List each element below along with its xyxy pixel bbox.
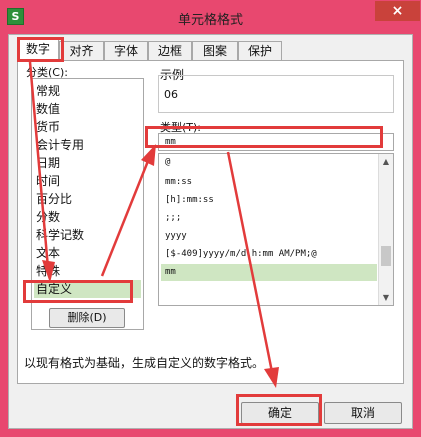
format-item[interactable]: @	[161, 154, 377, 171]
format-list-scrollbar[interactable]: ▲ ▼	[378, 154, 393, 305]
category-item-time[interactable]: 时间	[34, 172, 141, 190]
close-button[interactable]: ×	[375, 1, 420, 21]
category-item-number[interactable]: 数值	[34, 100, 141, 118]
format-item-selected[interactable]: mm	[161, 264, 377, 281]
format-item[interactable]: ;;;	[161, 210, 377, 227]
format-item[interactable]: mm:ss	[161, 174, 377, 191]
example-box: 06	[158, 75, 394, 113]
format-item[interactable]: [h]:mm:ss	[161, 192, 377, 209]
format-item[interactable]: [$-409]yyyy/m/d h:mm AM/PM;@	[161, 246, 377, 263]
tab-protection[interactable]: 保护	[238, 41, 282, 60]
category-list[interactable]: 常规 数值 货币 会计专用 日期 时间 百分比 分数 科学记数 文本 特殊 自定…	[31, 78, 144, 330]
tab-number[interactable]: 数字	[17, 39, 59, 62]
category-item-scientific[interactable]: 科学记数	[34, 226, 141, 244]
dialog-frame: S 单元格格式 × 数字 对齐 字体 边框 图案 保护 分类(C): 常规 数值…	[0, 0, 421, 437]
cancel-button[interactable]: 取消	[324, 402, 402, 424]
scroll-down-icon[interactable]: ▼	[379, 290, 393, 305]
category-item-currency[interactable]: 货币	[34, 118, 141, 136]
tab-border[interactable]: 边框	[148, 41, 192, 60]
format-list[interactable]: @ mm:ss [h]:mm:ss ;;; yyyy [$-409]yyyy/m…	[158, 153, 394, 306]
tab-font[interactable]: 字体	[104, 41, 148, 60]
dialog-body: 数字 对齐 字体 边框 图案 保护 分类(C): 常规 数值 货币 会计专用 日…	[8, 34, 413, 429]
category-item-fraction[interactable]: 分数	[34, 208, 141, 226]
example-value: 06	[164, 88, 178, 101]
type-input[interactable]: mm	[158, 133, 394, 151]
tab-alignment[interactable]: 对齐	[59, 41, 104, 60]
category-item-general[interactable]: 常规	[34, 82, 141, 100]
category-item-custom[interactable]: 自定义	[34, 280, 141, 298]
title-bar[interactable]: S 单元格格式 ×	[0, 0, 421, 34]
scroll-thumb[interactable]	[381, 246, 391, 266]
number-panel: 分类(C): 常规 数值 货币 会计专用 日期 时间 百分比 分数 科学记数 文…	[17, 60, 404, 384]
category-item-accounting[interactable]: 会计专用	[34, 136, 141, 154]
dialog-title: 单元格格式	[177, 13, 243, 28]
scroll-up-icon[interactable]: ▲	[379, 154, 393, 169]
category-item-percentage[interactable]: 百分比	[34, 190, 141, 208]
format-item[interactable]: yyyy	[161, 228, 377, 245]
ok-button[interactable]: 确定	[241, 402, 319, 424]
category-item-text[interactable]: 文本	[34, 244, 141, 262]
delete-button[interactable]: 删除(D)	[49, 308, 125, 328]
category-item-date[interactable]: 日期	[34, 154, 141, 172]
tab-pattern[interactable]: 图案	[192, 41, 238, 60]
category-item-special[interactable]: 特殊	[34, 262, 141, 280]
format-description: 以现有格式为基础，生成自定义的数字格式。	[24, 356, 265, 370]
